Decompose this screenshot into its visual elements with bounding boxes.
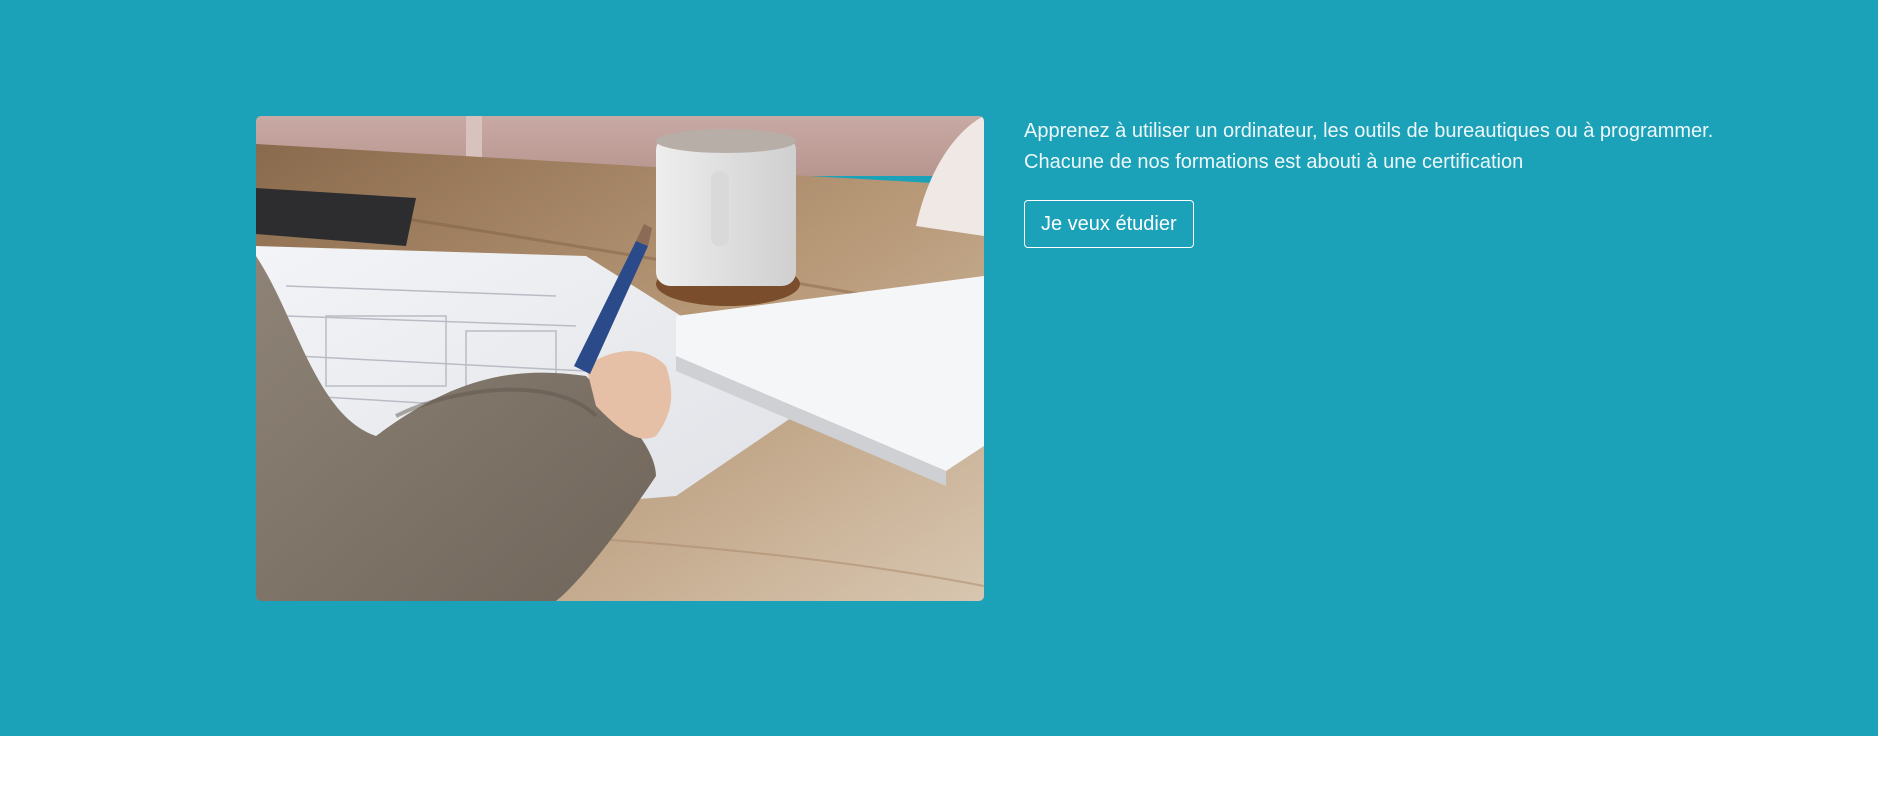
study-button[interactable]: Je veux étudier [1024, 200, 1194, 248]
hero-section: Apprenez à utiliser un ordinateur, les o… [0, 0, 1878, 736]
hero-text-column: Apprenez à utiliser un ordinateur, les o… [1024, 116, 1744, 248]
hero-photo [256, 116, 984, 601]
hero-description: Apprenez à utiliser un ordinateur, les o… [1024, 120, 1714, 173]
photo-writing-at-desk-icon [256, 116, 984, 601]
